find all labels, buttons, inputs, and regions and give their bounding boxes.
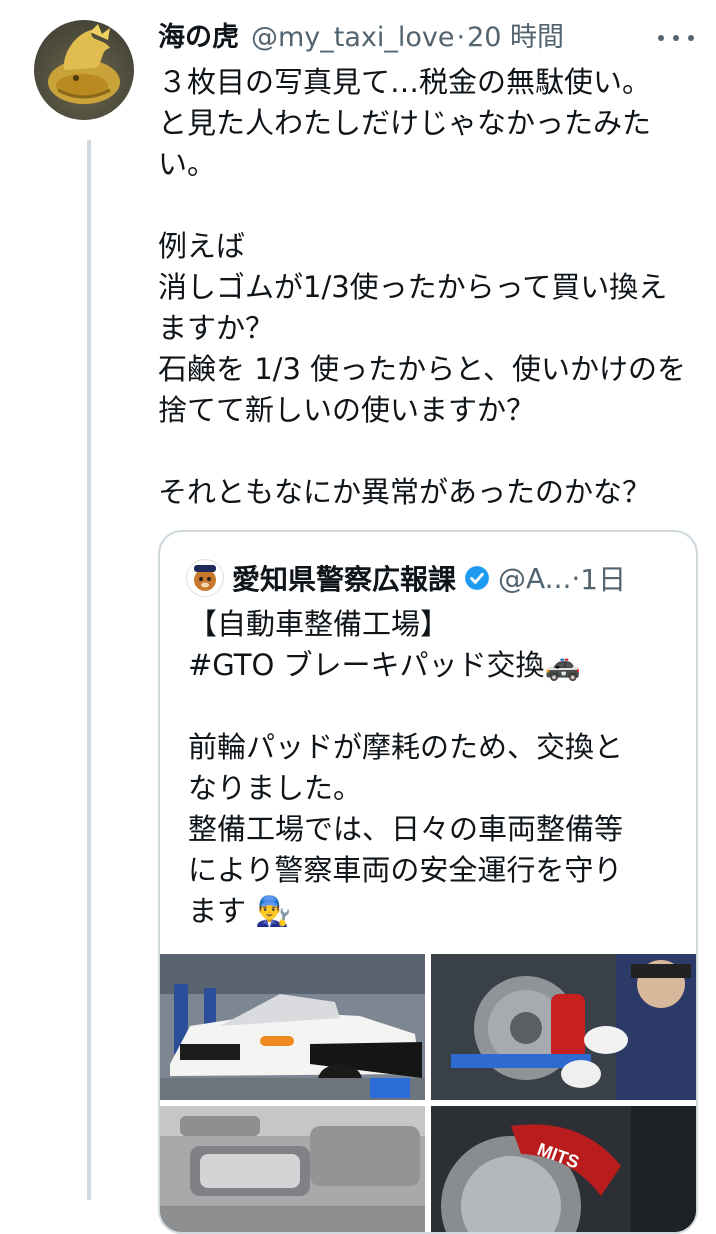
quote-header: 愛知県警察広報課 @A... · 1日 <box>186 558 626 598</box>
avatar[interactable] <box>34 20 134 120</box>
author-handle[interactable]: @my_taxi_love <box>251 21 455 55</box>
quote-avatar[interactable] <box>186 559 224 597</box>
tweet-body: ３枚目の写真見て…税金の無駄使い。 と見た人わたしだけじゃなかったみた い。 例… <box>158 65 686 509</box>
golden-shachihoko-icon <box>48 24 120 104</box>
quote-tweet-card[interactable]: 愛知県警察広報課 @A... · 1日 【自動車整備工場】 #GTO ブレーキパ… <box>158 530 698 1234</box>
brake-caliper-photo[interactable]: MITS <box>431 1106 696 1232</box>
verified-badge-icon <box>465 566 489 590</box>
quote-timestamp[interactable]: 1日 <box>580 558 626 598</box>
dot-separator: · <box>456 22 466 53</box>
dot-separator: · <box>571 561 581 595</box>
photo-grid: MITS <box>160 954 696 1232</box>
police-gto-car-photo[interactable] <box>160 954 425 1100</box>
quote-handle[interactable]: @A... <box>498 562 571 595</box>
brake-rotor-mechanic-photo[interactable] <box>431 954 696 1100</box>
quote-body: 【自動車整備工場】 #GTO ブレーキパッド交換🚓 前輪パッドが摩耗のため、交換… <box>188 607 624 928</box>
author-name[interactable]: 海の虎 <box>158 21 239 55</box>
police-mascot-icon <box>194 565 216 591</box>
tweet-header: 海の虎 @my_taxi_love · 20 時間 <box>158 18 564 58</box>
timestamp[interactable]: 20 時間 <box>467 21 564 55</box>
quote-author-name[interactable]: 愛知県警察広報課 <box>232 558 456 598</box>
thread-connector-line <box>87 140 91 1200</box>
more-options-icon[interactable] <box>658 26 694 50</box>
brake-pads-photo[interactable] <box>160 1106 425 1232</box>
